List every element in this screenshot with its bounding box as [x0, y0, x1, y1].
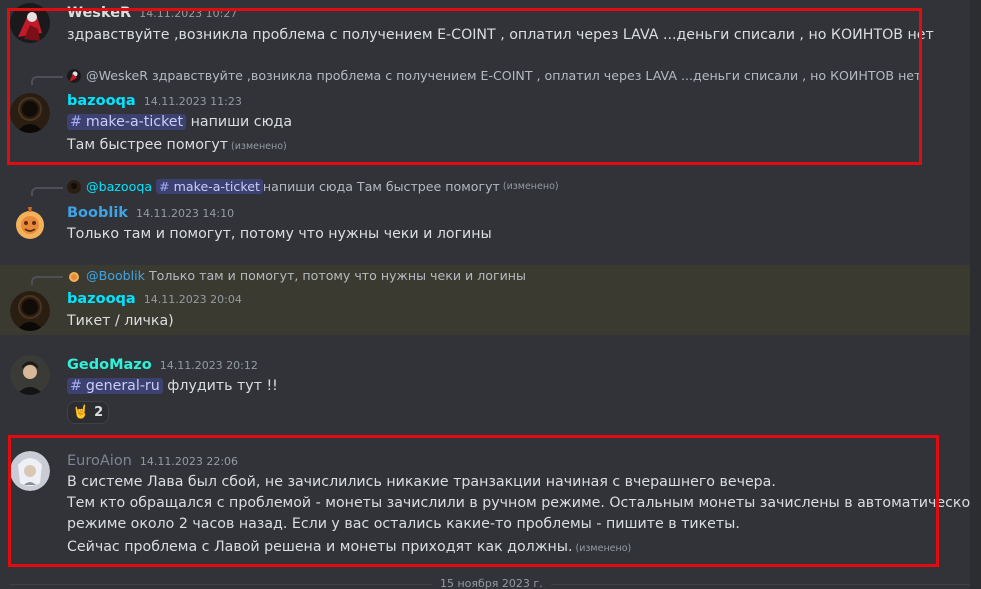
message-text-line1: В системе Лава был сбой, не зачислились … [67, 474, 776, 490]
timestamp: 14.11.2023 10:27 [139, 7, 238, 20]
reply-mention[interactable]: @bazooqa [86, 179, 152, 194]
date-divider-label: 15 ноября 2023 г. [432, 577, 551, 589]
edited-label: (изменено) [231, 141, 287, 152]
reply-spine [31, 76, 63, 85]
reply-mention[interactable]: @Booblik [86, 268, 145, 283]
message-text-part: флудить тут !! [162, 378, 278, 394]
message-text-line2: Там быстрее помогут (изменено) [67, 137, 287, 153]
hash-icon: # [70, 114, 82, 130]
reply-text: здравствуйте ,возникла проблема с получе… [151, 68, 922, 83]
reply-avatar [67, 269, 81, 283]
reply-spine [31, 187, 63, 196]
message-text: # make-a-ticket напиши сюда [67, 114, 292, 130]
timestamp: 14.11.2023 20:04 [143, 293, 242, 306]
channel-name: make-a-ticket [173, 179, 260, 194]
author-name[interactable]: bazooqa [67, 291, 136, 307]
avatar-gedomazo[interactable] [10, 355, 50, 395]
reply-mention[interactable]: @WeskeR [86, 68, 148, 83]
reply-text: напиши сюда Там быстрее помогут [262, 179, 500, 194]
timestamp: 14.11.2023 11:23 [143, 95, 242, 108]
reply-text: Только там и помогут, потому что нужны ч… [148, 268, 526, 283]
edited-label: (изменено) [575, 543, 632, 554]
rock-hand-emoji-icon: 🤘 [72, 405, 90, 420]
message-text-line3: режиме около 2 часов назад. Если у вас о… [67, 516, 740, 532]
timestamp: 14.11.2023 20:12 [159, 359, 258, 372]
channel-mention[interactable]: # general-ru [67, 378, 163, 394]
avatar-euroaion[interactable] [10, 451, 50, 491]
author-name[interactable]: Booblik [67, 205, 128, 221]
edited-label: (изменено) [502, 181, 559, 192]
timestamp: 14.11.2023 22:06 [139, 455, 239, 468]
message-text-part: напиши сюда [186, 114, 293, 130]
channel-mention[interactable]: # make-a-ticket [156, 179, 263, 194]
reply-preview[interactable]: @bazooqa # make-a-ticket напиши сюда Там … [67, 179, 559, 194]
message-text-part: Там быстрее помогут [67, 137, 229, 153]
channel-mention[interactable]: # make-a-ticket [67, 114, 187, 130]
avatar-bazooqa[interactable] [10, 93, 50, 133]
author-name[interactable]: EuroAion [67, 453, 132, 469]
reply-avatar [67, 68, 81, 83]
message-text: # general-ru флудить тут !! [67, 378, 278, 394]
author-name[interactable]: WeskeR [67, 5, 131, 21]
timestamp: 14.11.2023 14:10 [135, 207, 235, 220]
channel-name: make-a-ticket [85, 114, 184, 130]
message-text: Только там и помогут, потому что нужны ч… [67, 226, 492, 242]
reaction-count: 2 [94, 405, 104, 420]
message-text-part: Сейчас проблема с Лавой решена и монеты … [67, 539, 573, 555]
hash-icon: # [159, 179, 170, 194]
avatar-bazooqa[interactable] [10, 291, 50, 331]
message-text: Тикет / личка) [67, 313, 174, 329]
scrollbar[interactable] [970, 0, 981, 589]
author-name[interactable]: GedoMazo [67, 357, 152, 373]
message-text-line4: Сейчас проблема с Лавой решена и монеты … [67, 539, 631, 555]
reaction-button[interactable]: 🤘 2 [67, 401, 109, 424]
message-text: здравствуйте ,возникла проблема с получе… [67, 27, 934, 43]
channel-name: general-ru [85, 378, 160, 394]
author-name[interactable]: bazooqa [67, 93, 136, 109]
reply-preview[interactable]: @Booblik Только там и помогут, потому чт… [67, 268, 526, 283]
reply-avatar [67, 179, 81, 194]
reply-preview[interactable]: @WeskeR здравствуйте ,возникла проблема … [67, 68, 921, 83]
avatar-booblik[interactable] [10, 203, 50, 243]
avatar-wesker[interactable] [10, 3, 50, 43]
message-text-line2: Тем кто обращался с проблемой - монеты з… [67, 495, 981, 511]
hash-icon: # [70, 378, 82, 394]
reply-spine [31, 276, 63, 285]
